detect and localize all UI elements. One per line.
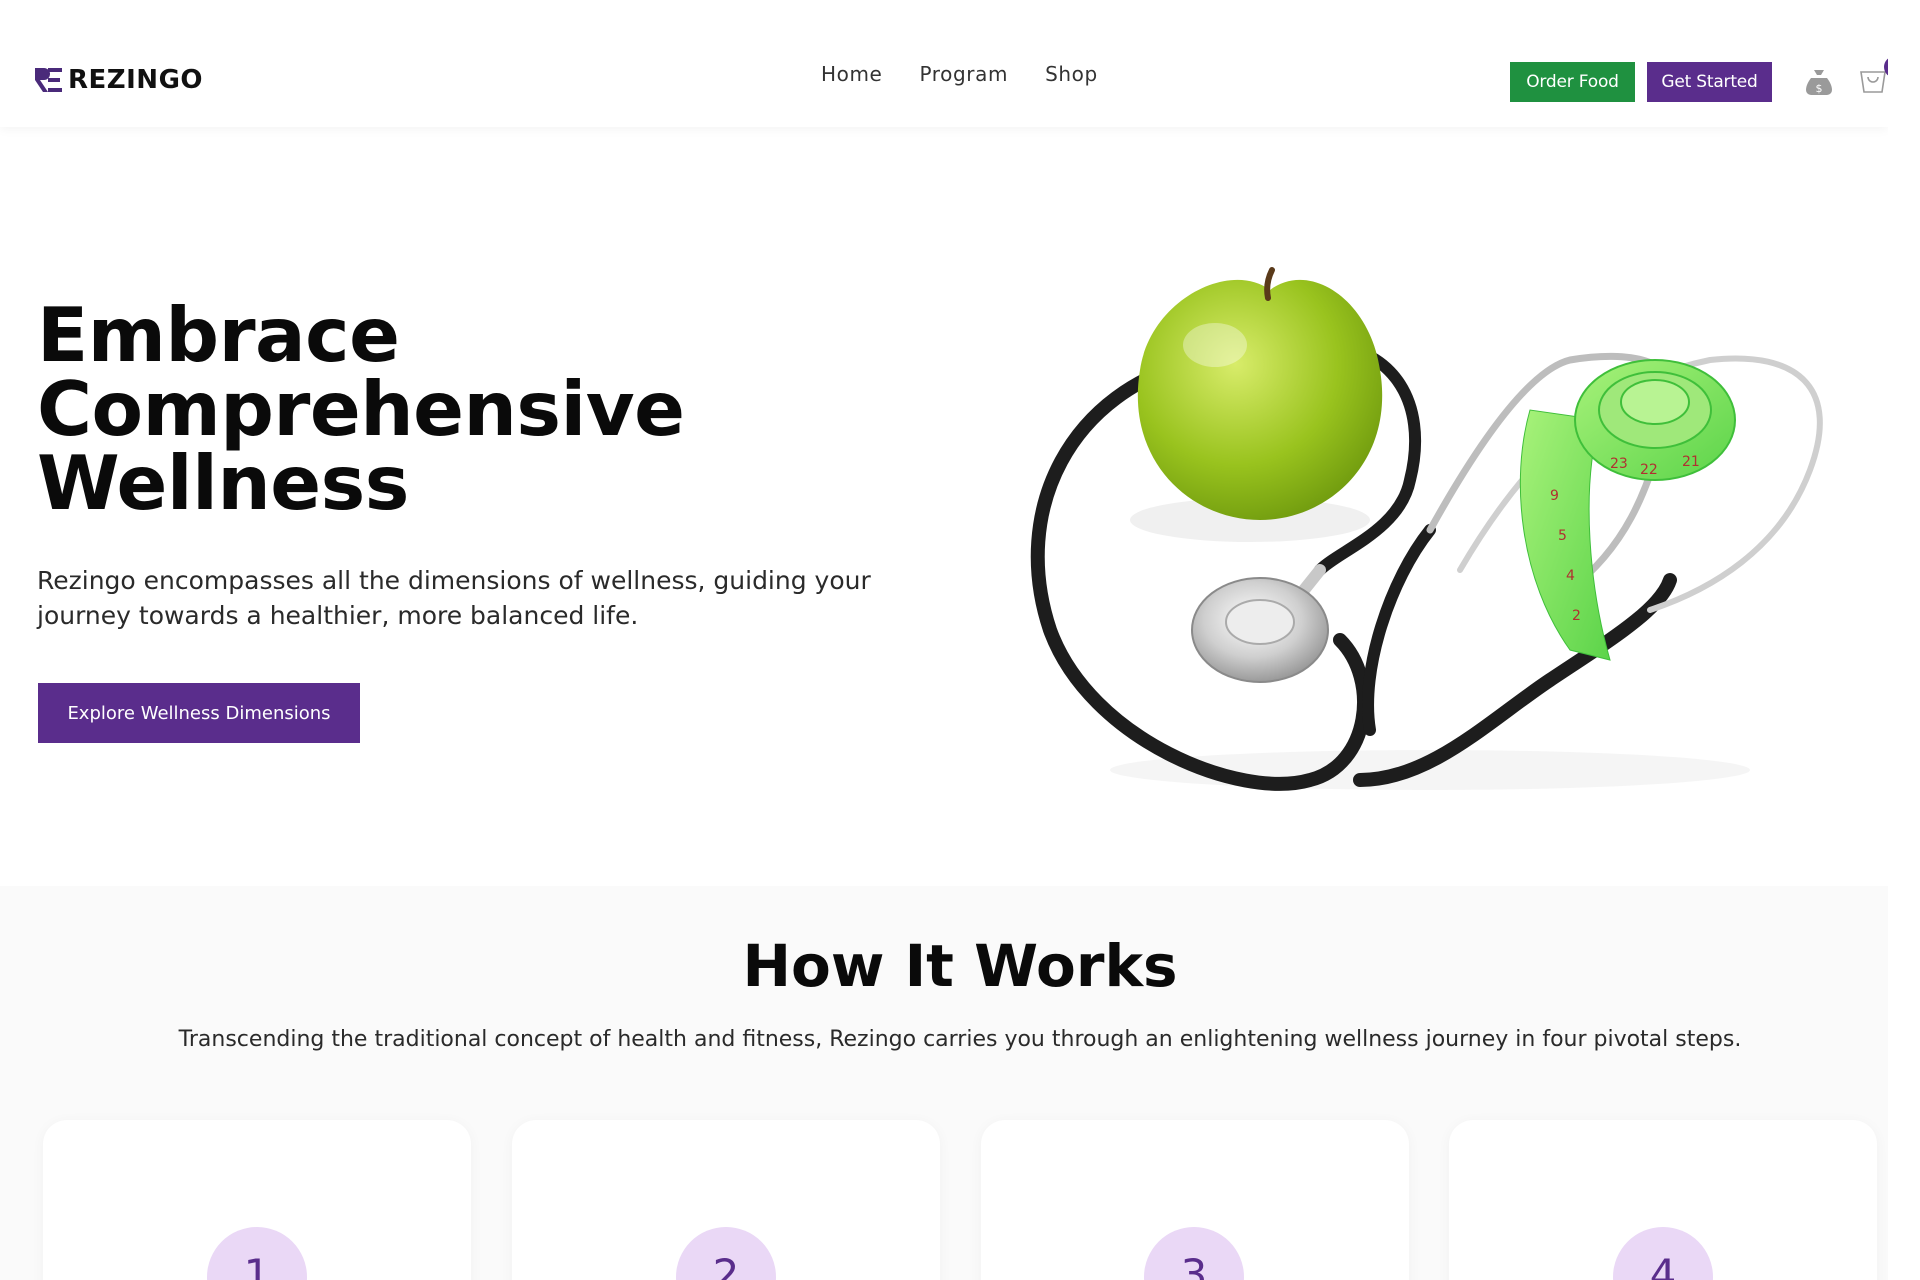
- nav-shop[interactable]: Shop: [1045, 62, 1098, 86]
- svg-text:23: 23: [1610, 456, 1628, 472]
- hero-apple-stethoscope-image: 9 5 4 2 23 22 21: [1030, 267, 1823, 791]
- nav-home[interactable]: Home: [821, 62, 882, 86]
- order-food-button[interactable]: Order Food: [1510, 62, 1635, 102]
- logo-text: REZINGO: [68, 65, 204, 95]
- money-bag-icon[interactable]: $: [1803, 66, 1835, 98]
- hero-subtitle: Rezingo encompasses all the dimensions o…: [37, 566, 871, 630]
- svg-text:9: 9: [1550, 488, 1559, 504]
- svg-text:2: 2: [1572, 608, 1581, 624]
- get-started-button[interactable]: Get Started: [1647, 62, 1772, 102]
- cart-icon[interactable]: [1858, 67, 1888, 97]
- svg-text:21: 21: [1682, 454, 1700, 470]
- how-it-works-subtitle: Transcending the traditional concept of …: [178, 1027, 1742, 1052]
- hero-title: Embrace Comprehensive Wellness: [37, 291, 685, 527]
- svg-text:5: 5: [1558, 528, 1567, 544]
- scrollbar-track[interactable]: [1888, 0, 1920, 1280]
- svg-text:22: 22: [1640, 462, 1658, 478]
- logo-mark-icon: [35, 68, 62, 92]
- svg-text:$: $: [1816, 82, 1823, 95]
- explore-wellness-button[interactable]: Explore Wellness Dimensions: [38, 683, 360, 743]
- nav-program[interactable]: Program: [919, 62, 1008, 86]
- page: REZINGO Home Program Shop Order Food Get…: [0, 0, 1920, 1280]
- svg-text:4: 4: [1566, 568, 1575, 584]
- main-nav: Home Program Shop: [821, 62, 1098, 86]
- logo[interactable]: REZINGO: [33, 65, 203, 95]
- how-it-works-title: How It Works: [742, 932, 1178, 1000]
